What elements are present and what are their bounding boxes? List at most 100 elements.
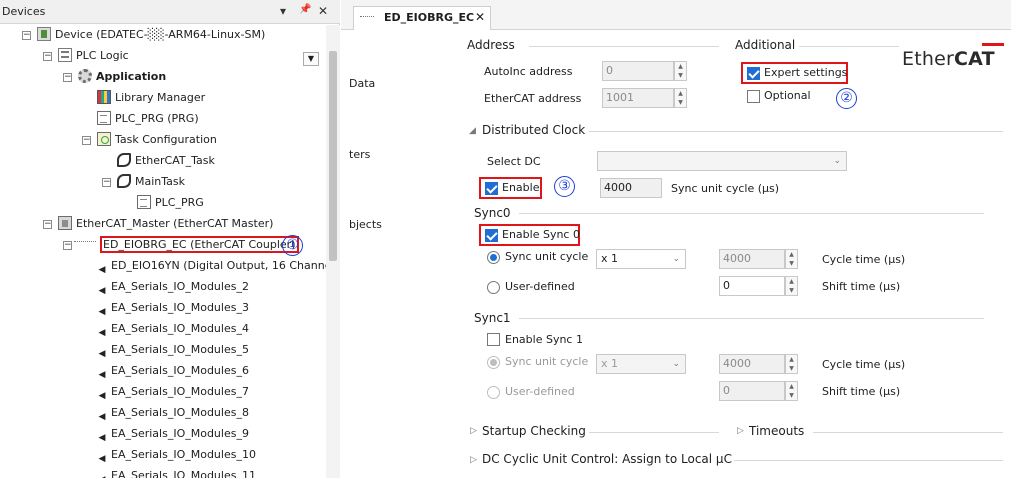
autoinc-spinner[interactable]: ▲ ▼: [674, 61, 687, 81]
sync1-multiplier-dropdown[interactable]: x 1 ⌄: [596, 354, 686, 374]
tree-item-module[interactable]: EA_Serials_IO_Modules_8: [97, 403, 249, 423]
tree-item-device[interactable]: Device (EDATEC-░░-ARM64-Linux-SM): [37, 25, 265, 45]
pane-menu-chevron-down-icon[interactable]: ▾: [280, 4, 286, 18]
sync1-shift-time-spinner[interactable]: ▲ ▼: [785, 381, 798, 401]
tree-collapse-toggle[interactable]: −: [22, 31, 31, 40]
enable-sync0-label: Enable Sync 0: [502, 228, 580, 241]
tree-item-application[interactable]: Application: [78, 67, 166, 87]
tree-collapse-toggle[interactable]: −: [63, 241, 72, 250]
select-dc-dropdown[interactable]: ⌄: [597, 151, 847, 171]
tree-item-ethercat-task[interactable]: EtherCAT_Task: [117, 151, 215, 171]
collapsed-triangle-icon[interactable]: ▷: [470, 426, 477, 436]
ethercat-address-field[interactable]: 1001: [602, 88, 674, 108]
tree-item-module[interactable]: EA_Serials_IO_Modules_2: [97, 277, 249, 297]
expanded-triangle-icon[interactable]: ◢: [469, 126, 476, 136]
device-tree: − Device (EDATEC-░░-ARM64-Linux-SM) ▼ − …: [0, 25, 326, 478]
module-icon: [97, 388, 107, 402]
tree-item-library-manager[interactable]: Library Manager: [97, 88, 205, 108]
sync1-user-defined-radio[interactable]: [487, 386, 500, 399]
module-icon: [97, 262, 107, 276]
tab-ed-eiobrg-ec[interactable]: ED_EIOBRG_EC ✕: [353, 6, 491, 30]
tree-item-plc-prg[interactable]: PLC_PRG (PRG): [97, 109, 199, 129]
logo-arrow-icon: [982, 43, 1004, 49]
dc-cyclic-unit-control-header[interactable]: DC Cyclic Unit Control: Assign to Local …: [482, 452, 732, 466]
sync-unit-cycle-field[interactable]: 4000: [600, 178, 662, 198]
autoinc-address-field[interactable]: 0: [602, 61, 674, 81]
library-manager-icon: [97, 90, 111, 104]
sync1-shift-time-field[interactable]: 0: [719, 381, 785, 401]
sync0-shift-time-spinner[interactable]: ▲ ▼: [785, 276, 798, 296]
tree-scrollbar-thumb[interactable]: [329, 51, 337, 261]
tree-collapse-toggle[interactable]: −: [63, 73, 72, 82]
module-icon: [97, 451, 107, 465]
tree-collapse-toggle[interactable]: −: [102, 178, 111, 187]
tree-collapse-toggle[interactable]: −: [43, 220, 52, 229]
tree-scrollbar[interactable]: [326, 25, 340, 478]
collapsed-triangle-icon[interactable]: ▷: [470, 455, 477, 465]
plc-logic-icon: [58, 48, 72, 62]
editor-pane: ED_EIOBRG_EC ✕ Data ters bjects Address …: [341, 0, 1011, 478]
sync1-cycle-time-label: Cycle time (µs): [822, 358, 906, 371]
distributed-clock-header[interactable]: Distributed Clock: [482, 123, 585, 137]
tree-collapse-toggle[interactable]: −: [43, 52, 52, 61]
module-icon: [97, 283, 107, 297]
tree-item-module[interactable]: EA_Serials_IO_Modules_3: [97, 298, 249, 318]
expert-settings-checkbox[interactable]: [747, 67, 760, 80]
side-nav-item-data[interactable]: Data: [349, 77, 375, 90]
ethercat-address-spinner[interactable]: ▲ ▼: [674, 88, 687, 108]
sync1-sync-unit-radio[interactable]: [487, 356, 500, 369]
sync-unit-cycle-label: Sync unit cycle (µs): [671, 182, 780, 195]
tree-item-task-configuration[interactable]: Task Configuration: [97, 130, 217, 150]
sync1-cycle-time-spinner[interactable]: ▲ ▼: [785, 354, 798, 374]
sync0-multiplier-dropdown[interactable]: x 1 ⌄: [596, 249, 686, 269]
ethercat-logo: EtherCAT: [902, 43, 1004, 70]
enable-sync0-checkbox[interactable]: [485, 229, 498, 242]
sync0-cycle-time-field[interactable]: 4000: [719, 249, 785, 269]
sync0-shift-time-field[interactable]: 0: [719, 276, 785, 296]
tree-item-maintask[interactable]: MainTask: [117, 172, 185, 192]
devices-pane: Devices ▾ 📌 ✕ − Device (EDATEC-░░-ARM64-…: [0, 0, 340, 478]
task-icon: [117, 174, 131, 188]
tree-item-module[interactable]: EA_Serials_IO_Modules_7: [97, 382, 249, 402]
annotation-marker-1: ①: [282, 235, 303, 256]
tree-item-module[interactable]: ED_EIO16YN (Digital Output, 16 Channels: [97, 256, 326, 276]
tree-item-plc-logic[interactable]: PLC Logic: [58, 46, 129, 66]
close-pane-icon[interactable]: ✕: [318, 4, 328, 18]
devices-pane-title-bar: Devices ▾ 📌 ✕: [0, 0, 340, 24]
module-icon: [97, 409, 107, 423]
tab-close-icon[interactable]: ✕: [475, 10, 485, 24]
device-icon: [37, 27, 51, 41]
tree-item-ed-eiobrg-ec[interactable]: ED_EIOBRG_EC (EtherCAT Coupler): [74, 235, 299, 255]
side-nav-item-parameters[interactable]: ters: [349, 148, 370, 161]
tree-item-module[interactable]: EA_Serials_IO_Modules_4: [97, 319, 249, 339]
tree-item-module[interactable]: EA_Serials_IO_Modules_11: [97, 466, 256, 478]
collapsed-triangle-icon[interactable]: ▷: [737, 426, 744, 436]
optional-checkbox[interactable]: [747, 90, 760, 103]
tree-item-module[interactable]: EA_Serials_IO_Modules_9: [97, 424, 249, 444]
module-icon: [97, 304, 107, 318]
tree-item-module[interactable]: EA_Serials_IO_Modules_5: [97, 340, 249, 360]
tree-item-module[interactable]: EA_Serials_IO_Modules_6: [97, 361, 249, 381]
sync0-user-defined-radio[interactable]: [487, 281, 500, 294]
divider: [529, 46, 719, 47]
annotation-marker-2: ②: [836, 88, 857, 109]
optional-label: Optional: [764, 89, 811, 102]
pin-icon[interactable]: 📌: [299, 4, 311, 15]
sync1-cycle-time-field[interactable]: 4000: [719, 354, 785, 374]
side-nav-item-objects[interactable]: bjects: [349, 218, 382, 231]
startup-checking-header[interactable]: Startup Checking: [482, 424, 586, 438]
ethercat-master-icon: [58, 216, 72, 230]
enable-sync1-checkbox[interactable]: [487, 333, 500, 346]
tree-collapse-toggle[interactable]: −: [82, 136, 91, 145]
tree-item-plc-prg-call[interactable]: PLC_PRG: [137, 193, 204, 213]
task-configuration-icon: [97, 132, 111, 146]
timeouts-header[interactable]: Timeouts: [749, 424, 804, 438]
sync0-sync-unit-radio[interactable]: [487, 251, 500, 264]
highlighted-coupler-label: ED_EIOBRG_EC (EtherCAT Coupler): [100, 236, 299, 253]
tree-item-module[interactable]: EA_Serials_IO_Modules_10: [97, 445, 256, 465]
sync0-cycle-time-spinner[interactable]: ▲ ▼: [785, 249, 798, 269]
tree-dropdown-chevron-down-icon[interactable]: ▼: [303, 52, 319, 66]
enable-dc-checkbox[interactable]: [485, 182, 498, 195]
tree-item-ethercat-master[interactable]: EtherCAT_Master (EtherCAT Master): [58, 214, 273, 234]
divider: [519, 318, 984, 319]
